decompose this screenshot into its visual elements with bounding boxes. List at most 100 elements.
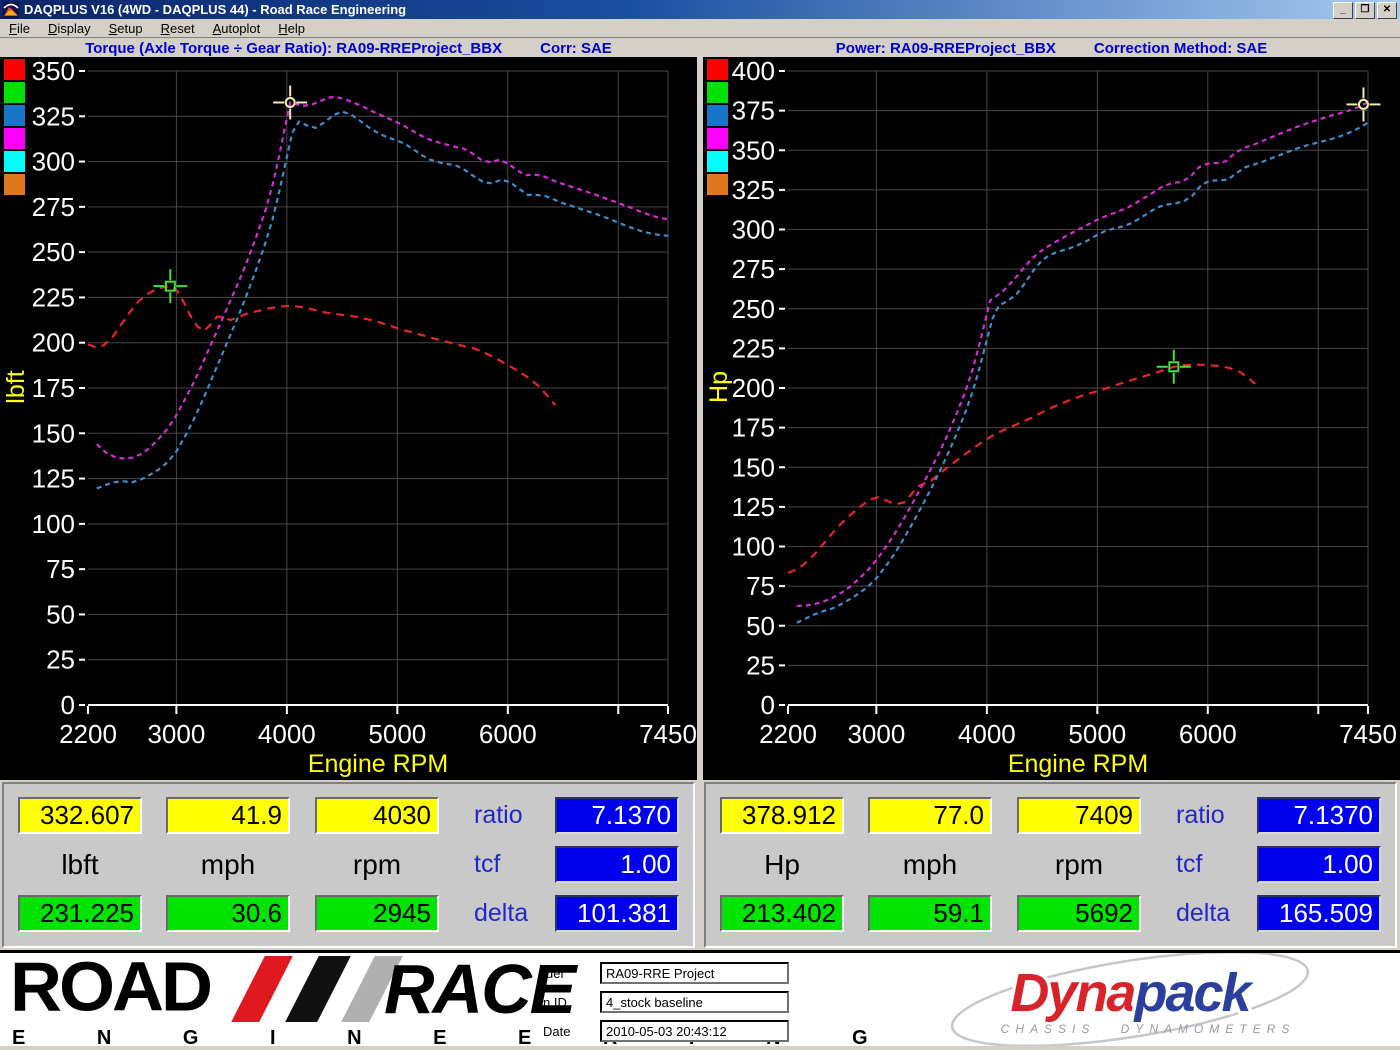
legend-swatch-3[interactable]	[707, 128, 728, 149]
cursor2-mph-readout: 59.1	[868, 895, 992, 932]
legend-swatch-0[interactable]	[4, 59, 25, 80]
legend-swatch-2[interactable]	[4, 105, 25, 126]
power-chart-series-0	[787, 363, 1256, 574]
y-tick-label: 150	[732, 452, 775, 482]
dynapack-dyna: Dyna	[1010, 963, 1135, 1023]
power-chart-series-1	[796, 101, 1369, 607]
torque-corr-label: Corr: SAE	[540, 40, 612, 57]
menu-display[interactable]: Display	[39, 21, 100, 36]
cursor1-Hp-readout: 378.912	[720, 797, 844, 834]
legend-swatch-4[interactable]	[4, 151, 25, 172]
minimize-button[interactable]: _	[1333, 2, 1353, 19]
cursor1-lbft-readout: 332.607	[18, 797, 142, 834]
window-controls: _ ❐ ✕	[1333, 2, 1397, 19]
window-title: DAQPLUS V16 (4WD - DAQPLUS 44) - Road Ra…	[24, 2, 407, 17]
cursor2-rpm-readout: 5692	[1017, 895, 1141, 932]
y-tick-label: 150	[32, 418, 75, 448]
x-tick-label: 3000	[847, 719, 905, 749]
dynapack-dynamometers-label: DYNAMOMETERS	[1121, 1022, 1296, 1036]
x-tick-label: 6000	[1179, 719, 1237, 749]
unit-label-lbft: lbft	[61, 849, 99, 880]
power-chart-canvas: 2200 3000 4000 5000 6000 7450 0 25 50 75 100 125 150…	[705, 56, 1397, 778]
y-tick-label: 225	[732, 333, 775, 363]
menu-autoplot[interactable]: Autoplot	[204, 21, 270, 36]
y-tick-label: 250	[32, 237, 75, 267]
ratio-label: ratio	[1176, 801, 1225, 829]
app-window: DAQPLUS V16 (4WD - DAQPLUS 44) - Road Ra…	[0, 0, 1400, 1050]
torque-readout-panel: 332.607 41.9 4030 lbft mph rpm 231.225 30.6 2945…	[2, 782, 695, 948]
y-tick-label: 200	[32, 328, 75, 358]
x-tick-label: 2200	[759, 719, 817, 749]
power-chart-title-bar: Power: RA09-RREProject_BBX Correction Met…	[703, 40, 1400, 57]
menu-setup[interactable]: Setup	[100, 21, 152, 36]
y-tick-label: 350	[732, 135, 775, 165]
y-tick-label: 0	[61, 690, 75, 720]
y-tick-label: 250	[732, 294, 775, 324]
x-tick-label: 3000	[147, 719, 205, 749]
y-tick-label: 400	[732, 57, 775, 86]
y-tick-label: 200	[732, 373, 775, 403]
cursor2-rpm-readout: 2945	[315, 895, 439, 932]
legend-swatch-1[interactable]	[707, 82, 728, 103]
x-tick-label: 7450	[1339, 719, 1397, 749]
footer-bottom-edge	[0, 1046, 1400, 1050]
x-tick-label: 5000	[1068, 719, 1126, 749]
y-tick-label: 175	[732, 413, 775, 443]
cursor1-mph-readout: 41.9	[166, 797, 290, 834]
y-tick-label: 25	[746, 650, 775, 680]
y-tick-label: 375	[732, 96, 775, 126]
torque-chart-title-bar: Torque (Axle Torque ÷ Gear Ratio): RA09-…	[0, 40, 697, 57]
close-button[interactable]: ✕	[1377, 2, 1397, 19]
legend-swatch-0[interactable]	[707, 59, 728, 80]
ratio-label: ratio	[474, 801, 523, 829]
torque-chart-series-1	[96, 95, 669, 460]
delta-label: delta	[474, 899, 529, 927]
tcf-value-readout: 1.00	[555, 846, 679, 883]
power-chart-title: Power: RA09-RREProject_BBX	[835, 40, 1056, 57]
app-icon	[3, 1, 19, 18]
torque-chart-series-0	[87, 285, 557, 406]
menu-reset[interactable]: Reset	[152, 21, 204, 36]
restore-button[interactable]: ❐	[1355, 2, 1375, 19]
unit-label-mph: mph	[200, 849, 256, 880]
menu-file[interactable]: File	[0, 21, 39, 36]
torque-chart[interactable]: 2200 3000 4000 5000 6000 7450 0 25 50 75 100 125 150…	[0, 56, 697, 780]
x-tick-label: 2200	[59, 719, 117, 749]
y-tick-label: 275	[32, 192, 75, 222]
cursor1-mph-readout: 77.0	[868, 797, 992, 834]
delta-value-readout: 165.509	[1257, 895, 1381, 932]
dynapack-logo: Dynapack CHASSIS DYNAMOMETERS	[950, 953, 1310, 1046]
y-tick-label: 175	[32, 373, 75, 403]
menu-help[interactable]: Help	[269, 21, 314, 36]
cursor2-lbft-readout: 231.225	[18, 895, 142, 932]
baseline-torque-peak-cursor[interactable]	[153, 269, 188, 304]
project-field[interactable]: RA09-RRE Project	[600, 962, 789, 984]
ratio-value-readout: 7.1370	[1257, 797, 1381, 834]
power-chart[interactable]: 2200 3000 4000 5000 6000 7450 0 25 50 75 100 125 150…	[703, 56, 1400, 780]
ratio-value-readout: 7.1370	[555, 797, 679, 834]
date-label: Date	[543, 1024, 571, 1039]
y-tick-label: 275	[732, 254, 775, 284]
run-id-field[interactable]: 4_stock baseline	[600, 991, 789, 1013]
chart-header-strip: Torque (Axle Torque ÷ Gear Ratio): RA09-…	[0, 37, 1400, 58]
legend-swatch-5[interactable]	[707, 174, 728, 195]
footer: ROAD RACE E N G I N E E R I N G der n ID…	[0, 953, 1400, 1049]
y-tick-label: 225	[32, 282, 75, 312]
date-field[interactable]: 2010-05-03 20:43:12	[600, 1020, 789, 1042]
y-tick-label: 350	[32, 57, 75, 86]
x-axis-title: Engine RPM	[1008, 750, 1148, 778]
x-tick-label: 4000	[258, 719, 316, 749]
legend-swatch-5[interactable]	[4, 174, 25, 195]
roadrace-stripe-black	[285, 956, 351, 1022]
legend-swatch-3[interactable]	[4, 128, 25, 149]
y-tick-label: 25	[46, 645, 75, 675]
legend-swatch-1[interactable]	[4, 82, 25, 103]
legend-swatch-4[interactable]	[707, 151, 728, 172]
order-label-fragment: der	[546, 966, 565, 981]
dynapack-chassis-label: CHASSIS	[1001, 1022, 1096, 1036]
y-tick-label: 125	[32, 464, 75, 494]
y-axis-title: lbft	[2, 370, 30, 403]
delta-value-readout: 101.381	[555, 895, 679, 932]
delta-label: delta	[1176, 899, 1231, 927]
legend-swatch-2[interactable]	[707, 105, 728, 126]
